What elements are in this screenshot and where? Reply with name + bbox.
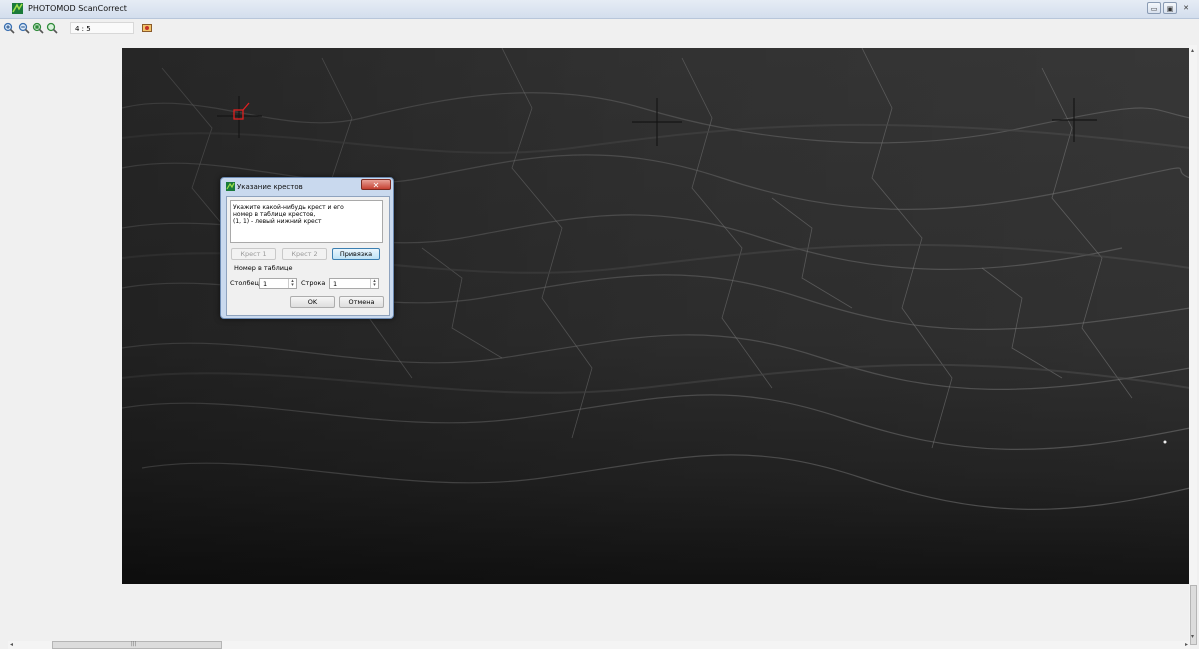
scroll-right-icon[interactable]: ▸	[1185, 641, 1188, 648]
zoom-actual-icon[interactable]	[46, 22, 58, 34]
table-number-label: Номер в таблице	[234, 264, 293, 272]
cancel-button[interactable]: Отмена	[339, 296, 384, 308]
scroll-up-icon[interactable]: ▴	[1191, 47, 1194, 54]
horizontal-scroll-thumb[interactable]: |||	[52, 641, 222, 649]
zoom-level-field[interactable]: 4 : 5	[70, 22, 134, 34]
cross2-button[interactable]: Крест 2	[282, 248, 327, 260]
vertical-scrollbar[interactable]: ▴ ▾	[1189, 45, 1197, 645]
window-controls: ▭ ▣ ✕	[1147, 2, 1193, 14]
horizontal-scrollbar[interactable]: ◂ ||| ▸	[8, 641, 1190, 649]
row-spinbox[interactable]: 1 ▴ ▾	[329, 278, 379, 289]
image-settings-icon[interactable]	[141, 22, 153, 34]
column-spin-arrows-icon[interactable]: ▴ ▾	[288, 279, 296, 288]
instruction-text: Укажите какой-нибудь крест и его номер в…	[230, 200, 383, 243]
maximize-button[interactable]: ▣	[1163, 2, 1177, 14]
minimize-button[interactable]: ▭	[1147, 2, 1161, 14]
column-label: Столбец	[230, 279, 259, 287]
cross1-button[interactable]: Крест 1	[231, 248, 276, 260]
dialog-app-icon	[226, 182, 235, 191]
column-value: 1	[263, 280, 268, 288]
toolbar: 4 : 5	[0, 19, 1199, 45]
scroll-grip-icon: |||	[131, 641, 137, 647]
column-spinbox[interactable]: 1 ▴ ▾	[259, 278, 297, 289]
cross-selection-dialog: Указание крестов ✕ Укажите какой-нибудь …	[220, 177, 394, 319]
scroll-left-icon[interactable]: ◂	[10, 641, 13, 648]
bind-button[interactable]: Привязка	[332, 248, 380, 260]
row-label: Строка	[301, 279, 326, 287]
zoom-in-icon[interactable]	[3, 22, 15, 34]
zoom-out-icon[interactable]	[18, 22, 30, 34]
dialog-close-button[interactable]: ✕	[361, 179, 391, 190]
row-spin-arrows-icon[interactable]: ▴ ▾	[370, 279, 378, 288]
window-title: PHOTOMOD ScanCorrect	[28, 4, 127, 13]
ok-button[interactable]: OK	[290, 296, 335, 308]
title-bar: PHOTOMOD ScanCorrect ▭ ▣ ✕	[0, 0, 1199, 19]
close-button[interactable]: ✕	[1179, 2, 1193, 14]
zoom-fit-icon[interactable]	[32, 22, 44, 34]
row-value: 1	[333, 280, 338, 288]
dialog-title: Указание крестов	[237, 183, 303, 191]
app-icon	[12, 3, 23, 14]
dialog-body: Укажите какой-нибудь крест и его номер в…	[226, 196, 390, 316]
bright-dot	[1163, 440, 1167, 444]
scroll-down-icon[interactable]: ▾	[1191, 633, 1194, 640]
